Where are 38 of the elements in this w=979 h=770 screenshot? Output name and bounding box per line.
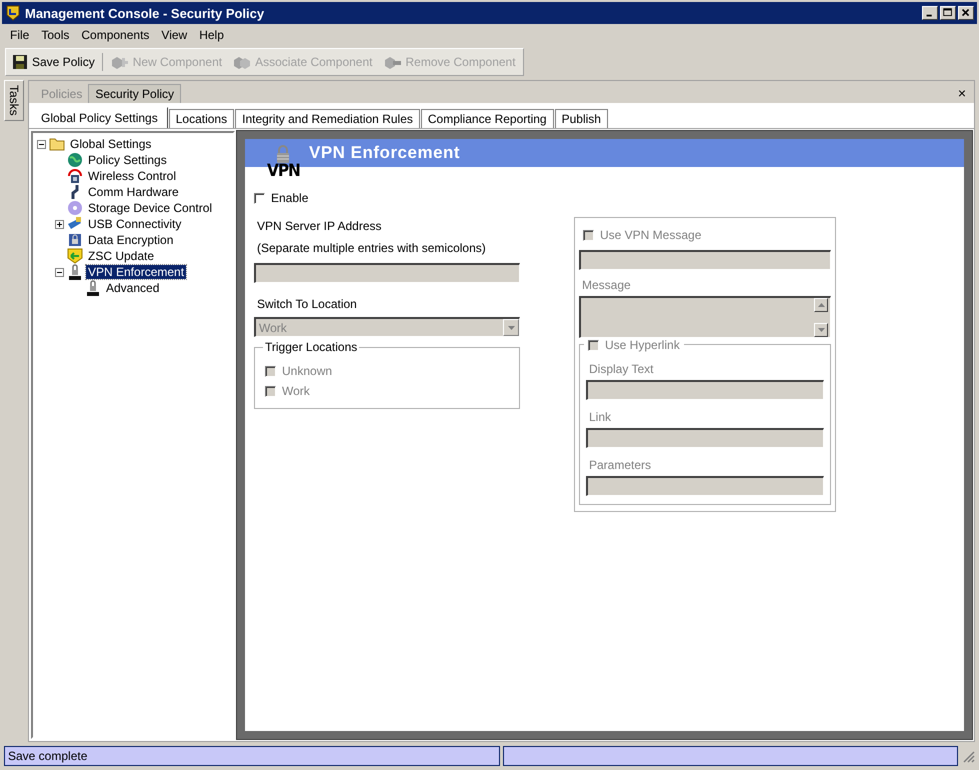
field-label: Display Text	[588, 361, 654, 378]
menu-item[interactable]: View	[155, 26, 194, 44]
status-text: Save complete	[4, 746, 500, 766]
document-tab[interactable]: Security Policy	[88, 84, 182, 103]
menu-item[interactable]: Help	[193, 26, 230, 44]
tree-item[interactable]: Wireless Control	[86, 169, 178, 183]
field-label: Parameters	[588, 457, 652, 474]
tree-item[interactable]: VPN Enforcement	[86, 265, 186, 279]
tree-item[interactable]: USB Connectivity	[86, 217, 184, 231]
field-label: Switch To Location	[256, 296, 358, 313]
menu-item[interactable]: Components	[75, 26, 156, 44]
tab[interactable]: Publish	[554, 109, 608, 128]
tree-item[interactable]: ZSC Update	[86, 249, 156, 263]
toolbar-button[interactable]: Save Policy	[10, 53, 98, 71]
checkbox-label: Unknown	[282, 364, 332, 378]
window-title: Management Console - Security Policy	[25, 6, 266, 20]
menu-item[interactable]: Tools	[35, 26, 76, 44]
checkbox-label: Use VPN Message	[600, 228, 702, 242]
tree-item[interactable]: Advanced	[104, 281, 162, 295]
tab[interactable]: Compliance Reporting	[420, 109, 554, 128]
checkbox-label: Enable	[271, 191, 308, 205]
checkbox-label: Use Hyperlink	[605, 338, 680, 352]
tab[interactable]: Locations	[168, 109, 234, 128]
tab[interactable]: Integrity and Remediation Rules	[235, 109, 420, 128]
menu-item[interactable]: File	[4, 26, 36, 44]
checkbox-label: Work	[282, 384, 310, 398]
tree-item[interactable]: Policy Settings	[86, 153, 169, 167]
tree-item[interactable]: Data Encryption	[86, 233, 176, 247]
side-tab[interactable]: Tasks	[4, 80, 24, 121]
field-hint: (Separate multiple entries with semicolons)	[256, 240, 487, 257]
close-button[interactable]: ×	[956, 85, 968, 101]
group-title: Trigger Locations	[263, 340, 360, 354]
field-label: VPN Server IP Address	[256, 218, 382, 235]
tree-item[interactable]: Global Settings	[68, 137, 154, 151]
tree-item[interactable]: Comm Hardware	[86, 185, 181, 199]
field-label: Link	[588, 409, 612, 426]
field-label: Message	[581, 277, 632, 294]
tree-item[interactable]: Storage Device Control	[86, 201, 214, 215]
